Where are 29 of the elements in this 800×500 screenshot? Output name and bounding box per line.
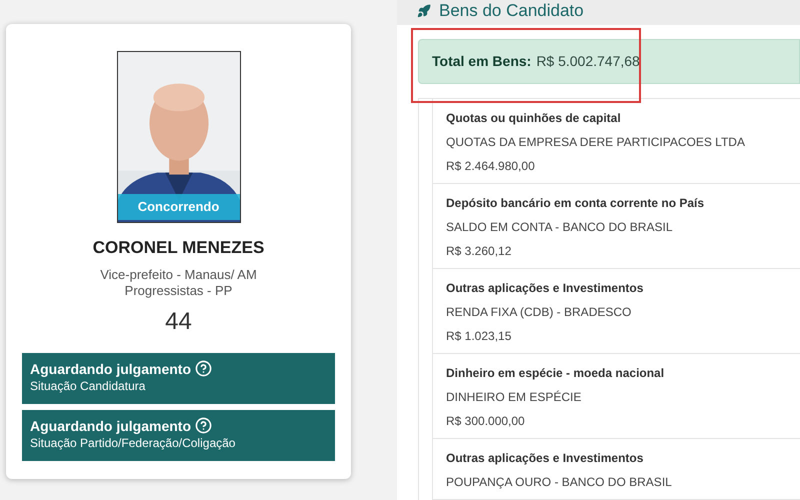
section-title: Bens do Candidato (439, 1, 584, 21)
asset-description: SALDO EM CONTA - BANCO DO BRASIL (446, 219, 674, 236)
asset-type: Outras aplicações e Investimentos (446, 450, 644, 467)
asset-value: R$ 3.260,12 (446, 243, 512, 260)
asset-type: Quotas ou quinhões de capital (446, 110, 622, 127)
asset-type: Outras aplicações e Investimentos (446, 280, 644, 297)
asset-value: R$ 300.000,00 (446, 413, 526, 430)
asset-type: Dinheiro em espécie - moeda nacional (446, 365, 666, 382)
asset-type: Depósito bancário em conta corrente no País (446, 195, 706, 212)
help-icon[interactable] (195, 360, 212, 377)
help-icon[interactable] (195, 417, 212, 434)
asset-description: DINHEIRO EM ESPÉCIE (446, 389, 582, 406)
asset-description: QUOTAS DA EMPRESA DERE PARTICIPACOES LTDA (446, 134, 746, 151)
asset-value: R$ 2.464.980,00 (446, 158, 536, 175)
asset-description: RENDA FIXA (CDB) - BRADESCO (446, 304, 632, 321)
candidate-name: CORONEL MENEZES (92, 237, 264, 259)
candidate-role: Vice-prefeito - Manaus/ AM (100, 266, 257, 282)
rocket-icon (417, 4, 431, 18)
asset-value: R$ 1.023,15 (446, 328, 512, 345)
status-label: Situação Candidatura (30, 378, 146, 394)
status-badge: Concorrendo (118, 194, 240, 220)
candidate-number: 44 (165, 306, 192, 336)
total-label: Total em Bens: (432, 52, 532, 71)
candidate-party: Progressistas - PP (124, 282, 232, 298)
status-label: Situação Partido/Federação/Coligação (30, 434, 236, 450)
status-value: Aguardando julgamento (30, 416, 191, 434)
total-value: R$ 5.002.747,68 (536, 52, 640, 71)
asset-description: POUPANÇA OURO - BANCO DO BRASIL (446, 474, 673, 491)
status-value: Aguardando julgamento (30, 360, 191, 378)
